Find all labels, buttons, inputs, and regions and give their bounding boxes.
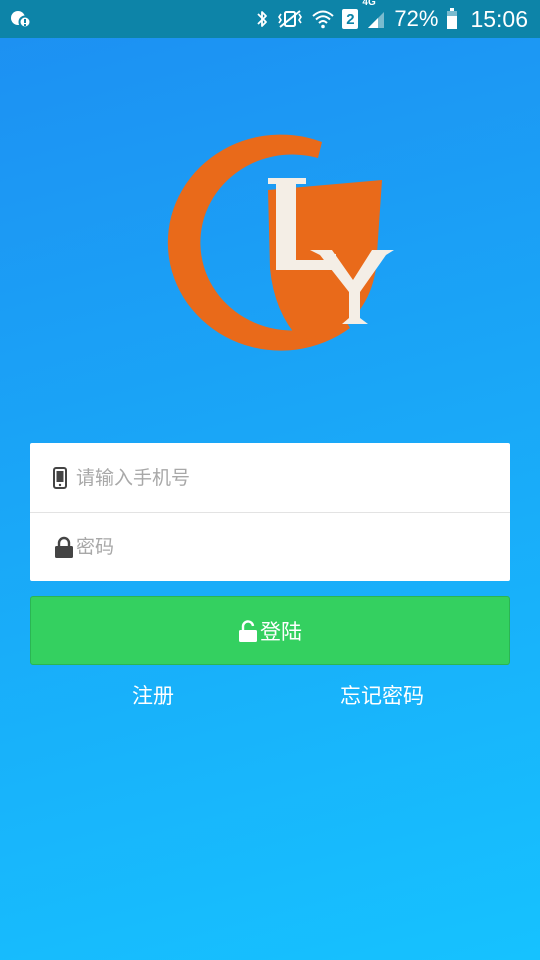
password-input[interactable] (76, 513, 500, 581)
notification-icon (10, 9, 32, 29)
phone-row (30, 443, 510, 512)
signal-icon: 4G (362, 0, 386, 29)
password-row (30, 512, 510, 581)
status-left (10, 9, 32, 29)
login-button-label: 登陆 (260, 619, 302, 644)
login-form (30, 443, 510, 581)
lock-icon (54, 536, 74, 558)
unlock-icon (238, 619, 258, 642)
network-type-label: 4G (362, 0, 376, 8)
sim-icon: 2 (342, 9, 359, 29)
bluetooth-icon (256, 9, 268, 29)
status-bar: 2 4G 72% 15:06 (0, 0, 540, 38)
vibrate-icon (276, 9, 304, 29)
battery-icon (446, 8, 458, 30)
phone-icon (52, 466, 68, 489)
app-logo (150, 128, 400, 358)
forgot-password-link[interactable]: 忘记密码 (340, 680, 424, 710)
battery-percent: 72% (394, 6, 439, 31)
wifi-icon (312, 9, 335, 29)
register-link[interactable]: 注册 (132, 680, 174, 710)
clock: 15:06 (470, 6, 528, 32)
status-right: 2 4G 72% 15:06 (256, 0, 528, 38)
phone-input[interactable] (76, 443, 500, 512)
login-button[interactable]: 登陆 (30, 596, 510, 665)
